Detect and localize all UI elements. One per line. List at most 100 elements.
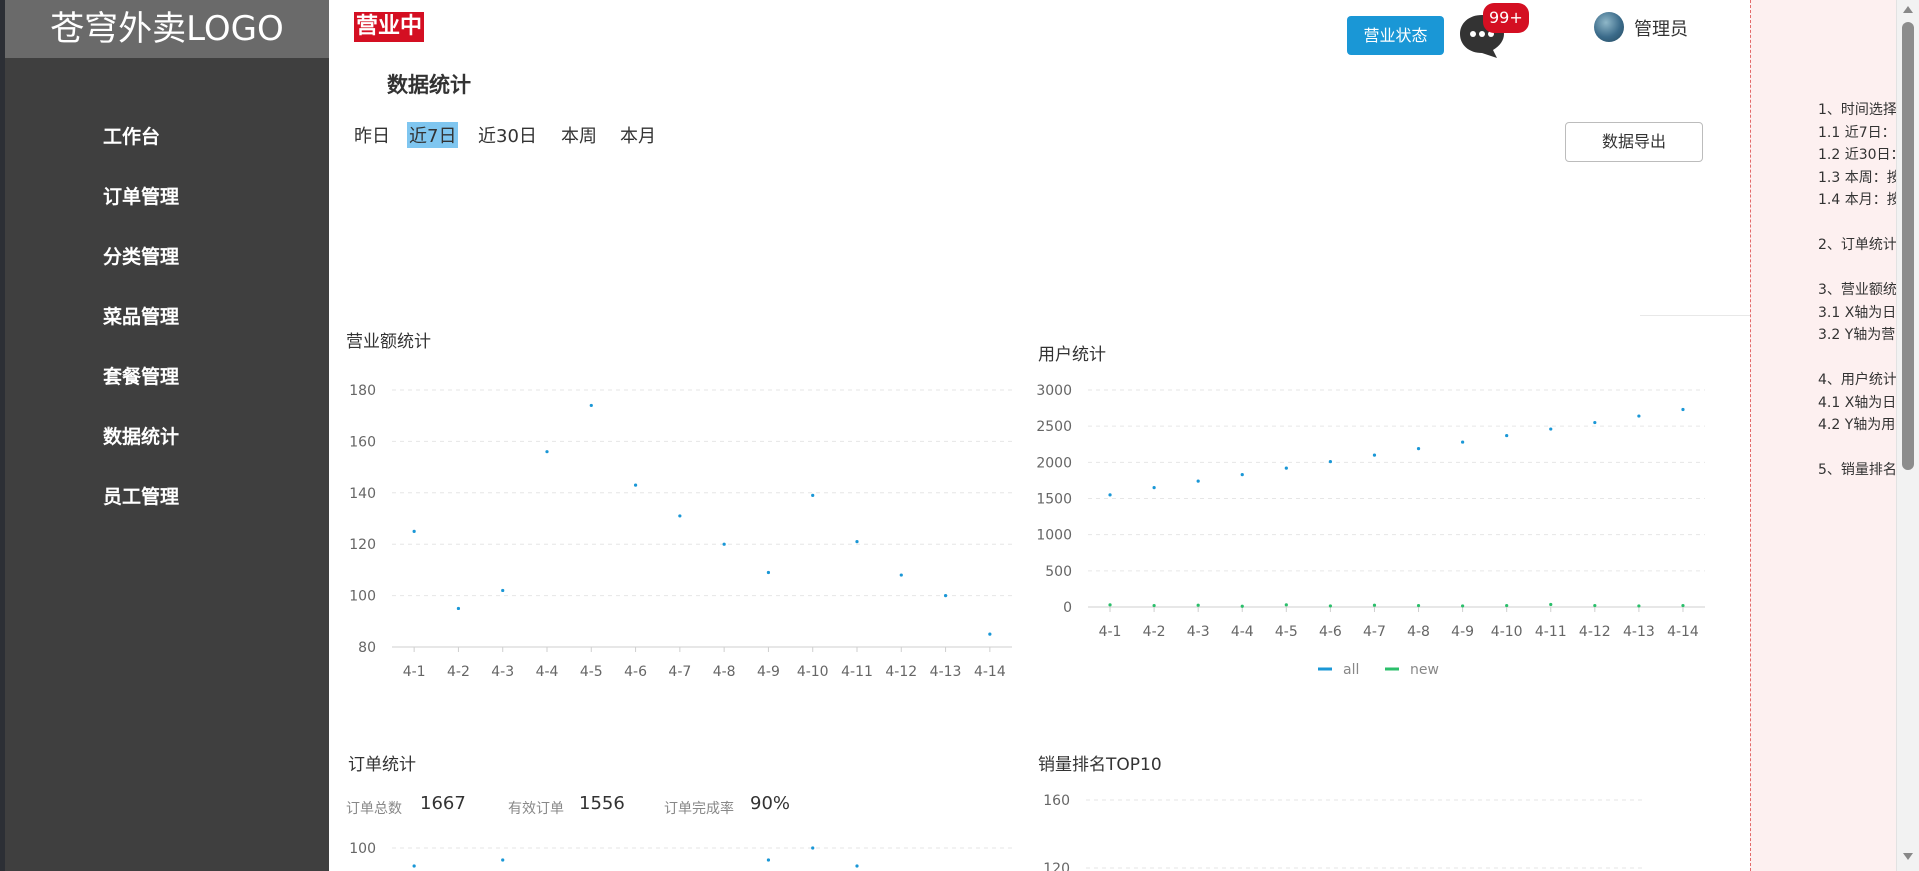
- sidebar-item-employees[interactable]: 员工管理: [103, 482, 179, 509]
- data-point: [1372, 603, 1377, 607]
- app-root: 苍穹外卖LOGO 工作台 订单管理 分类管理 菜品管理 套餐管理 数据统计 员工…: [0, 0, 1919, 871]
- data-point: [1593, 603, 1597, 608]
- annotation-line: 1.1 近7日：: [1818, 124, 1896, 141]
- divider: [1640, 315, 1750, 316]
- data-point: [1416, 446, 1421, 451]
- data-point: [1637, 414, 1641, 418]
- user-avatar[interactable]: [1594, 12, 1624, 42]
- x-tick-label: 4-6: [1319, 624, 1342, 640]
- x-tick-label: 4-1: [1099, 624, 1122, 640]
- data-point: [1196, 603, 1200, 607]
- panel-dashed-border: [1750, 0, 1751, 871]
- turnover-chart-title: 营业额统计: [346, 332, 431, 352]
- tab-yesterday[interactable]: 昨日: [354, 122, 390, 148]
- tab-this-week[interactable]: 本周: [561, 122, 597, 148]
- user-chart: 3000 2500 2000 1500 1000 500 0 4-1 4-2 4-3 4-4 4-5 4…: [1036, 383, 1705, 678]
- y-tick-label: 2000: [1036, 455, 1072, 471]
- app-logo: 苍穹外卖LOGO: [5, 0, 329, 58]
- y-tick-label: 160: [1043, 793, 1070, 809]
- data-point: [1328, 604, 1332, 608]
- data-point: [1196, 479, 1200, 483]
- data-point: [633, 483, 638, 487]
- sales-top10-title: 销量排名TOP10: [1038, 755, 1162, 775]
- data-point: [943, 594, 948, 598]
- data-point: [988, 632, 992, 636]
- export-data-button[interactable]: 数据导出: [1565, 122, 1703, 162]
- x-tick-label: 4-14: [1667, 624, 1699, 640]
- sidebar-item-categories[interactable]: 分类管理: [103, 242, 179, 269]
- y-tick-label: 1500: [1036, 492, 1072, 508]
- y-tick-label: 2500: [1036, 419, 1072, 435]
- x-tick-label: 4-7: [1363, 624, 1386, 640]
- tab-this-month[interactable]: 本月: [620, 122, 656, 148]
- x-tick-label: 4-3: [1187, 624, 1210, 640]
- data-point: [766, 858, 771, 862]
- x-tick-label: 4-12: [1579, 624, 1611, 640]
- data-point: [1461, 604, 1465, 608]
- annotation-line: 1.4 本月：按: [1818, 192, 1901, 208]
- tab-last-30-days[interactable]: 近30日: [478, 122, 537, 148]
- annotation-line: 5、销量排名: [1818, 462, 1897, 478]
- data-point: [722, 542, 726, 546]
- x-tick-label: 4-11: [841, 664, 873, 680]
- annotation-line: 1.3 本周：按: [1818, 169, 1901, 186]
- data-point: [1240, 473, 1244, 477]
- data-point: [766, 570, 771, 575]
- data-point: [589, 403, 593, 408]
- x-tick-label: 4-5: [580, 664, 603, 680]
- scroll-up-arrow-icon[interactable]: [1903, 6, 1913, 13]
- x-tick-label: 4-11: [1535, 624, 1567, 640]
- annotation-line: 3、营业额统: [1818, 282, 1897, 298]
- message-count-badge: 99+: [1483, 3, 1529, 33]
- scroll-down-arrow-icon[interactable]: [1903, 853, 1913, 860]
- x-tick-label: 4-9: [757, 664, 780, 680]
- y-tick-label: 160: [349, 434, 376, 450]
- y-tick-label: 3000: [1036, 383, 1072, 399]
- x-tick-label: 4-7: [668, 664, 691, 680]
- completion-rate-value: 90%: [750, 793, 791, 814]
- data-point: [545, 450, 549, 454]
- data-point: [456, 606, 461, 611]
- shop-status-button[interactable]: 营业状态: [1347, 16, 1444, 55]
- shop-status-tag: 营业中: [354, 12, 425, 42]
- x-tick-label: 4-5: [1275, 624, 1298, 640]
- data-point: [412, 864, 416, 868]
- x-tick-label: 4-1: [403, 664, 426, 680]
- sidebar-item-orders[interactable]: 订单管理: [103, 182, 179, 209]
- x-tick-label: 4-12: [885, 664, 917, 680]
- data-point: [855, 864, 859, 868]
- annotation-line: 3.2 Y轴为营: [1818, 327, 1896, 343]
- data-point: [855, 540, 859, 544]
- sales-top10-chart: 160 120: [1043, 793, 1645, 871]
- data-point: [1549, 427, 1553, 431]
- x-tick-label: 4-2: [1143, 624, 1166, 640]
- tab-last-7-days[interactable]: 近7日: [407, 122, 459, 148]
- user-name[interactable]: 管理员: [1634, 15, 1688, 41]
- data-point: [811, 846, 815, 850]
- data-point: [1505, 433, 1509, 438]
- scroll-thumb[interactable]: [1902, 22, 1914, 470]
- annotation-panel: 1、时间选择 1.1 近7日： 1.2 近30日： 1.3 本周：按 1.4 本月：按 2…: [1750, 0, 1919, 871]
- sidebar-item-setmeals[interactable]: 套餐管理: [103, 362, 179, 389]
- y-tick-label: 1000: [1036, 528, 1072, 544]
- y-tick-label: 500: [1045, 564, 1072, 580]
- sidebar: 苍穹外卖LOGO 工作台 订单管理 分类管理 菜品管理 套餐管理 数据统计 员工…: [0, 0, 329, 871]
- y-tick-label: 100: [349, 841, 376, 857]
- data-point: [1108, 493, 1112, 497]
- y-tick-label: 80: [358, 640, 376, 656]
- sidebar-item-dishes[interactable]: 菜品管理: [103, 302, 179, 329]
- data-point: [1328, 460, 1332, 464]
- sidebar-item-statistics[interactable]: 数据统计: [103, 422, 179, 449]
- page-title: 数据统计: [387, 73, 471, 97]
- annotation-line: 4、用户统计: [1818, 372, 1897, 388]
- sidebar-edge: [0, 0, 5, 871]
- x-tick-label: 4-2: [447, 664, 470, 680]
- sidebar-item-workbench[interactable]: 工作台: [103, 122, 160, 149]
- data-point: [1284, 466, 1288, 470]
- data-point: [1372, 453, 1377, 457]
- legend-label: all: [1343, 662, 1359, 678]
- vertical-scrollbar[interactable]: [1896, 0, 1919, 871]
- y-tick-label: 140: [349, 486, 376, 502]
- total-orders-value: 1667: [420, 793, 466, 814]
- data-point: [899, 573, 903, 577]
